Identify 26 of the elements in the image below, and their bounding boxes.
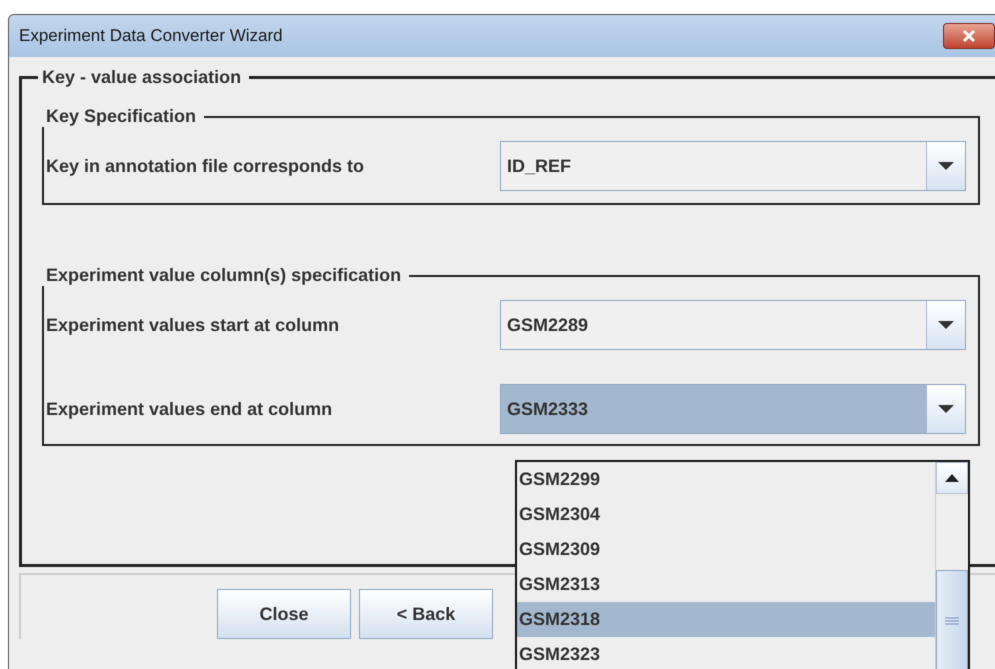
close-icon (961, 29, 977, 43)
field-label: Experiment values end at column (46, 398, 332, 420)
dropdown-field[interactable]: ID_REF (500, 141, 966, 191)
list-item[interactable]: GSM2304 (517, 497, 935, 532)
list-item[interactable]: GSM2299 (517, 462, 935, 497)
caret-icon (937, 404, 955, 414)
dropdown-field[interactable]: GSM2333 (500, 384, 966, 434)
caret-icon (937, 161, 955, 171)
window-title: Experiment Data Converter Wizard (19, 26, 283, 46)
list-item[interactable]: GSM2323 (517, 637, 935, 669)
dropdown-field[interactable]: GSM2289 (500, 300, 966, 350)
grip-icon (945, 617, 959, 625)
list-item[interactable]: GSM2313 (517, 567, 935, 602)
up-arrow-icon (945, 474, 959, 482)
wizard-button[interactable]: Close (217, 589, 351, 639)
caret-icon (937, 320, 955, 330)
wizard-button[interactable]: < Back (359, 589, 493, 639)
list-item[interactable]: GSM2318 (517, 602, 935, 637)
field-label: Key in annotation file corresponds to (46, 156, 364, 176)
scrollbar[interactable] (935, 462, 968, 669)
list-item[interactable]: GSM2309 (517, 532, 935, 567)
section-title: Experiment value column(s) specification (45, 265, 402, 286)
field-label: Experiment values start at column (46, 314, 340, 336)
group-title: Key - value association (41, 67, 242, 88)
section-title: Key Specification (45, 106, 198, 127)
close-button[interactable] (943, 23, 995, 49)
